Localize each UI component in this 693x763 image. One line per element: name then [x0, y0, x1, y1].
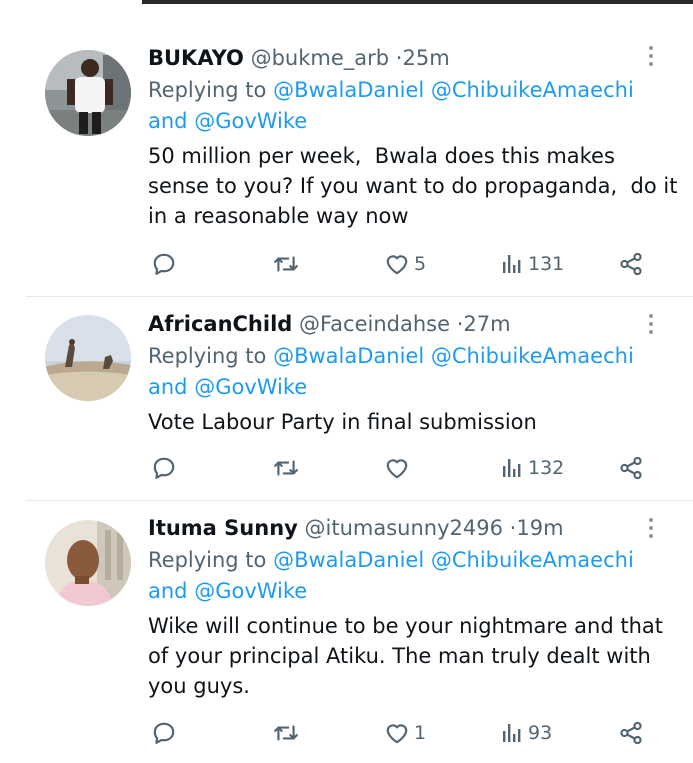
mention[interactable]: @ChibuikeAmaechi — [431, 344, 634, 368]
mention-and[interactable]: and — [148, 109, 188, 133]
mention[interactable]: @BwalaDaniel — [273, 78, 424, 102]
tweet-text: 50 million per week, Bwala does this mak… — [148, 141, 678, 231]
divider — [26, 500, 693, 501]
reply-button[interactable] — [151, 453, 177, 483]
mention-and[interactable]: and — [148, 375, 188, 399]
view-count: 132 — [528, 457, 565, 479]
retweet-icon — [274, 256, 298, 272]
replying-to: Replying to @BwalaDaniel @ChibuikeAmaech… — [148, 341, 668, 403]
more-icon[interactable] — [644, 518, 658, 542]
like-icon — [386, 255, 408, 275]
view-count: 131 — [528, 253, 565, 275]
mention[interactable]: @GovWike — [194, 579, 307, 603]
tweet-text-line: in a reasonable way now — [148, 204, 409, 228]
status-strip — [0, 0, 693, 4]
avatar[interactable] — [45, 315, 131, 401]
action-bar: 132 — [148, 453, 668, 483]
timestamp[interactable]: 19m — [516, 516, 563, 540]
views-icon — [503, 255, 521, 273]
views-button[interactable]: 131 — [500, 249, 564, 279]
replying-to: Replying to @BwalaDaniel @ChibuikeAmaech… — [148, 545, 668, 607]
share-button[interactable] — [618, 453, 644, 483]
like-icon — [386, 724, 408, 744]
tweet-text-line: Wike will continue to be your nightmare … — [148, 614, 664, 638]
avatar[interactable] — [45, 520, 131, 606]
mention[interactable]: @GovWike — [194, 109, 307, 133]
timestamp[interactable]: 27m — [463, 312, 510, 336]
retweet-icon — [274, 725, 298, 741]
like-button[interactable]: 1 — [384, 718, 426, 748]
views-icon — [503, 459, 521, 477]
display-name[interactable]: Ituma Sunny — [148, 516, 298, 540]
mention[interactable]: @BwalaDaniel — [273, 344, 424, 368]
like-button[interactable] — [384, 453, 414, 483]
reply-icon — [153, 253, 175, 275]
share-icon — [620, 456, 642, 480]
replying-label: Replying to — [148, 344, 267, 368]
more-icon[interactable] — [644, 46, 658, 70]
user-handle[interactable]: @Faceindahse — [299, 312, 450, 336]
avatar[interactable] — [45, 50, 131, 136]
like-icon — [386, 459, 408, 479]
display-name[interactable]: AfricanChild — [148, 312, 292, 336]
reply-icon — [153, 722, 175, 744]
more-icon[interactable] — [644, 314, 658, 338]
tweet-text-line: Vote Labour Party in final submission — [148, 410, 537, 434]
mention[interactable]: @BwalaDaniel — [273, 548, 424, 572]
share-icon — [620, 252, 642, 276]
retweet-icon — [274, 460, 298, 476]
mention[interactable]: @ChibuikeAmaechi — [431, 548, 634, 572]
reply-button[interactable] — [151, 718, 177, 748]
view-count: 93 — [528, 722, 553, 744]
views-button[interactable]: 132 — [500, 453, 564, 483]
tweet-text: Wike will continue to be your nightmare … — [148, 611, 668, 701]
tweet-text-line: of your principal Atiku. The man truly d… — [148, 644, 651, 668]
like-button[interactable]: 5 — [384, 249, 426, 279]
share-icon — [620, 721, 642, 745]
views-button[interactable]: 93 — [500, 718, 552, 748]
reply-icon — [153, 457, 175, 479]
action-bar: 5 131 — [148, 249, 668, 279]
tweet-text: Vote Labour Party in final submission — [148, 407, 668, 437]
replying-to: Replying to @BwalaDaniel @ChibuikeAmaech… — [148, 75, 668, 137]
retweet-button[interactable] — [272, 718, 300, 748]
user-handle[interactable]: @bukme_arb — [251, 46, 390, 70]
share-button[interactable] — [618, 718, 644, 748]
mention[interactable]: @ChibuikeAmaechi — [431, 78, 634, 102]
tweet-text-line: you guys. — [148, 674, 250, 698]
divider — [26, 296, 693, 297]
mention-and[interactable]: and — [148, 579, 188, 603]
share-button[interactable] — [618, 249, 644, 279]
tweet-text-line: 50 million per week, Bwala does this mak… — [148, 144, 615, 168]
views-icon — [503, 724, 521, 742]
timestamp[interactable]: 25m — [402, 46, 449, 70]
display-name[interactable]: BUKAYO — [148, 46, 244, 70]
user-handle[interactable]: @itumasunny2496 — [305, 516, 503, 540]
retweet-button[interactable] — [272, 453, 300, 483]
replying-label: Replying to — [148, 548, 267, 572]
retweet-button[interactable] — [272, 249, 300, 279]
like-count: 1 — [414, 722, 427, 744]
replying-label: Replying to — [148, 78, 267, 102]
reply-button[interactable] — [151, 249, 177, 279]
like-count: 5 — [414, 253, 427, 275]
mention[interactable]: @GovWike — [194, 375, 307, 399]
tweet-text-line: sense to you? If you want to do propagan… — [148, 174, 678, 198]
action-bar: 1 93 — [148, 718, 668, 748]
